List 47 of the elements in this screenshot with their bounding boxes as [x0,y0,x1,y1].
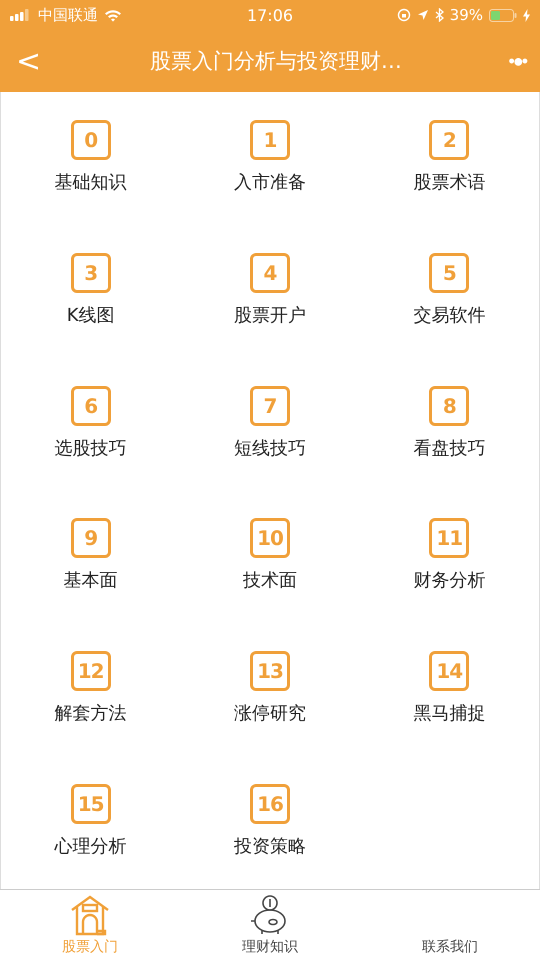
number-badge[interactable]: 14 [429,651,470,692]
topic-label[interactable]: 股票开户 [234,302,306,327]
number-badge[interactable]: 2 [429,120,470,160]
battery-icon [489,8,517,22]
topic-label[interactable]: 基础知识 [54,170,127,194]
battery-percent: 39% [450,6,483,24]
number-badge[interactable]: 6 [70,386,111,426]
number-badge[interactable]: 12 [70,651,111,692]
number-badge[interactable]: 3 [70,252,111,293]
wifi-icon [104,8,122,22]
topic-label[interactable]: 入市准备 [234,170,306,194]
charging-icon [523,8,530,22]
carrier-name: 中国联通 [38,6,98,24]
number-badge[interactable]: 4 [250,252,290,293]
status-time: 17:06 [246,6,294,24]
number-badge[interactable]: 0 [70,120,111,160]
topic-label[interactable]: 黑马捕捉 [413,701,486,726]
number-badge[interactable]: 5 [429,252,470,293]
more-button[interactable]: •●• [504,50,530,72]
topic-label[interactable]: 心理分析 [54,834,127,858]
house-icon [70,894,110,936]
location-icon [416,9,429,21]
back-button[interactable]: < [10,44,48,78]
topic-label[interactable]: K线图 [66,302,115,327]
number-badge[interactable]: 16 [250,784,290,824]
topic-label[interactable]: 选股技巧 [54,436,127,460]
topic-label[interactable]: 基本面 [64,568,118,592]
topic-label[interactable]: 解套方法 [54,701,127,726]
number-badge[interactable]: 9 [70,518,111,558]
topic-label[interactable]: 交易软件 [413,302,486,327]
rotation-lock-icon [396,8,411,22]
number-badge[interactable]: 13 [250,651,290,692]
page-title: 股票入门分析与投资理财… [150,48,402,75]
topic-label[interactable]: 财务分析 [413,568,486,592]
number-badge[interactable]: 7 [250,386,290,426]
topic-label[interactable]: 投资策略 [234,834,306,858]
number-badge[interactable]: 15 [70,784,111,824]
number-badge[interactable]: 1 [250,120,290,160]
topic-label[interactable]: 看盘技巧 [413,436,486,460]
topic-label[interactable]: 股票术语 [413,170,486,194]
number-badge[interactable]: 8 [429,386,470,426]
number-badge[interactable]: 10 [250,518,290,558]
bluetooth-icon [434,8,444,22]
topic-label[interactable]: 涨停研究 [234,701,306,726]
topic-label[interactable]: 技术面 [242,568,297,592]
number-badge[interactable]: 11 [429,518,470,558]
topic-label[interactable]: 短线技巧 [234,436,306,460]
